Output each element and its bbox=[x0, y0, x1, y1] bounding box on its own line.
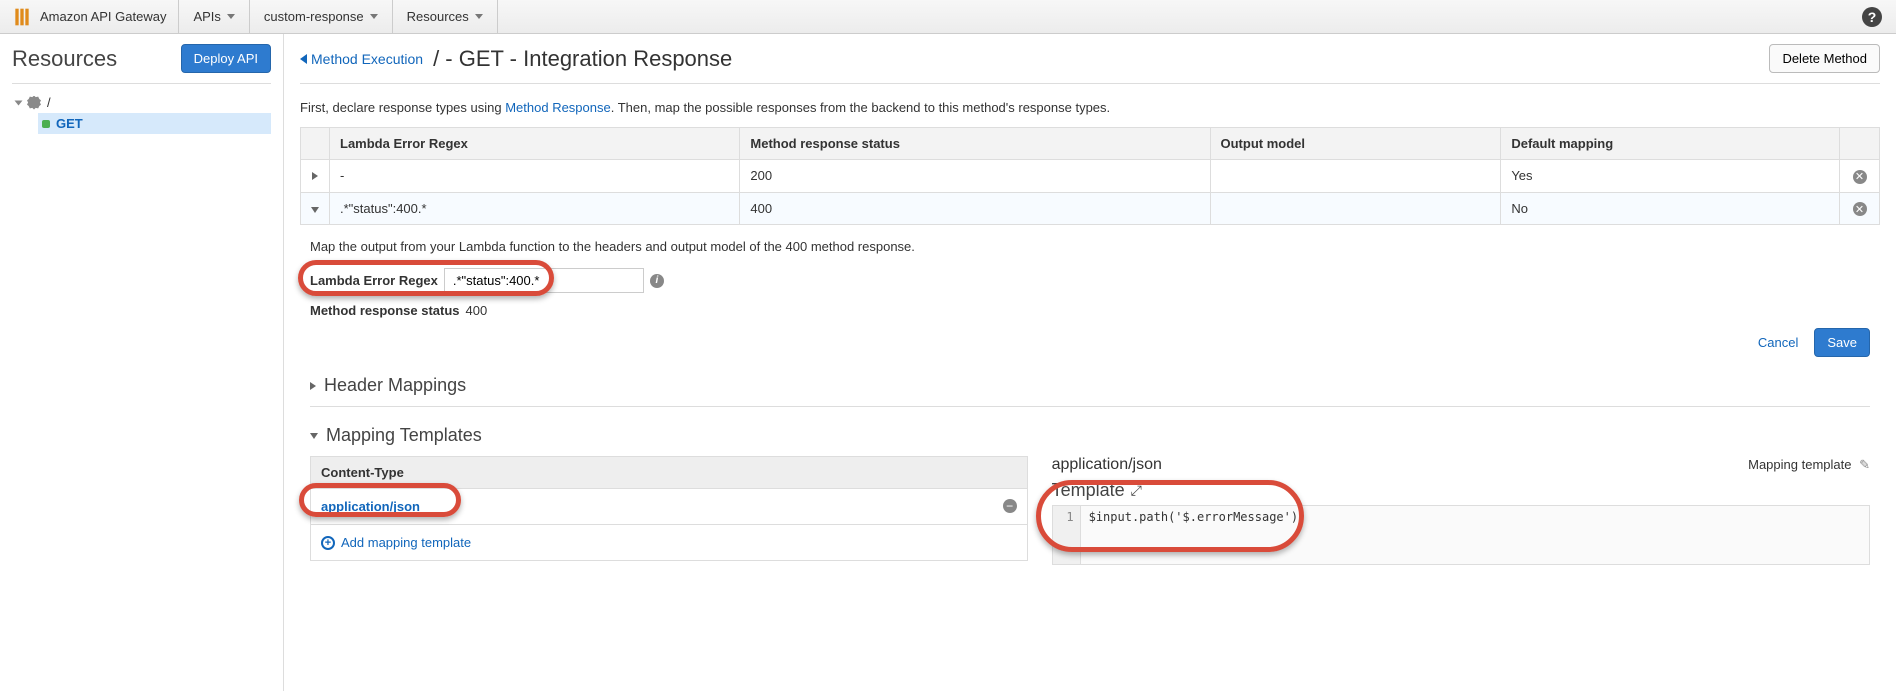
delete-row-icon[interactable]: ✕ bbox=[1853, 202, 1867, 216]
menu-label: Resources bbox=[407, 9, 469, 24]
highlight-ring bbox=[1036, 480, 1304, 552]
resource-icon bbox=[27, 96, 41, 110]
collapse-icon[interactable] bbox=[311, 207, 319, 213]
section-title: Header Mappings bbox=[324, 375, 466, 396]
content-type-table: Content-Type application/json − + bbox=[310, 456, 1028, 561]
status-label: Method response status bbox=[310, 303, 460, 318]
delete-method-button[interactable]: Delete Method bbox=[1769, 44, 1880, 73]
cell-default: No bbox=[1501, 192, 1840, 225]
tree-method-label: GET bbox=[56, 116, 83, 131]
caret-down-icon bbox=[370, 14, 378, 19]
menu-label: custom-response bbox=[264, 9, 364, 24]
status-value: 400 bbox=[466, 303, 488, 318]
cell-model bbox=[1210, 192, 1501, 225]
tree-root-label: / bbox=[47, 95, 51, 110]
mapping-template-text: Mapping template bbox=[1748, 457, 1851, 472]
col-status: Method response status bbox=[740, 128, 1210, 160]
expand-icon[interactable] bbox=[312, 172, 318, 180]
intro-post: . Then, map the possible responses from … bbox=[611, 100, 1110, 115]
aws-logo-icon bbox=[12, 7, 32, 27]
mapping-description: Map the output from your Lambda function… bbox=[310, 239, 1870, 254]
info-icon[interactable]: i bbox=[650, 274, 664, 288]
save-button[interactable]: Save bbox=[1814, 328, 1870, 357]
col-model: Output model bbox=[1210, 128, 1501, 160]
menu-api-selected[interactable]: custom-response bbox=[250, 0, 393, 33]
edit-icon[interactable]: ✎ bbox=[1859, 457, 1870, 472]
section-toggle-icon bbox=[310, 382, 316, 390]
delete-row-icon[interactable]: ✕ bbox=[1853, 170, 1867, 184]
regex-label: Lambda Error Regex bbox=[310, 273, 438, 288]
header-mappings-section[interactable]: Header Mappings bbox=[310, 375, 1870, 396]
caret-down-icon bbox=[227, 14, 235, 19]
cancel-button[interactable]: Cancel bbox=[1750, 329, 1806, 356]
cell-regex: .*"status":400.* bbox=[330, 192, 740, 225]
caret-down-icon bbox=[475, 14, 483, 19]
arrow-left-icon bbox=[300, 54, 307, 64]
intro-text: First, declare response types using Meth… bbox=[300, 100, 1880, 115]
cell-regex: - bbox=[330, 160, 740, 193]
col-default: Default mapping bbox=[1501, 128, 1840, 160]
plus-icon: + bbox=[321, 536, 335, 550]
remove-content-type-icon[interactable]: − bbox=[1003, 499, 1017, 513]
cell-status: 200 bbox=[740, 160, 1210, 193]
sidebar-title: Resources bbox=[12, 46, 117, 72]
cell-model bbox=[1210, 160, 1501, 193]
col-toggle bbox=[301, 128, 330, 160]
help-button[interactable]: ? bbox=[1848, 0, 1896, 33]
section-divider bbox=[310, 406, 1870, 407]
intro-pre: First, declare response types using bbox=[300, 100, 505, 115]
add-template-label: Add mapping template bbox=[341, 535, 471, 550]
service-name: Amazon API Gateway bbox=[40, 9, 166, 24]
tree-root[interactable]: / bbox=[12, 92, 271, 113]
menu-resources[interactable]: Resources bbox=[393, 0, 498, 33]
mapping-template-label: Mapping template ✎ bbox=[1748, 457, 1870, 473]
template-content-type: application/json bbox=[1052, 456, 1162, 474]
help-icon: ? bbox=[1862, 7, 1882, 27]
cell-default: Yes bbox=[1501, 160, 1840, 193]
response-table: Lambda Error Regex Method response statu… bbox=[300, 127, 1880, 225]
section-title: Mapping Templates bbox=[326, 425, 482, 446]
tree-method-get[interactable]: GET bbox=[38, 113, 271, 134]
regex-input[interactable] bbox=[444, 268, 644, 293]
deploy-api-button[interactable]: Deploy API bbox=[181, 44, 271, 73]
table-row[interactable]: .*"status":400.* 400 No ✕ bbox=[301, 192, 1880, 225]
cell-status: 400 bbox=[740, 192, 1210, 225]
menu-label: APIs bbox=[193, 9, 220, 24]
section-toggle-icon bbox=[310, 433, 318, 439]
divider bbox=[12, 83, 271, 84]
highlight-ring bbox=[299, 483, 461, 517]
method-badge-icon bbox=[42, 120, 50, 128]
tree-toggle-icon bbox=[15, 100, 23, 105]
col-regex: Lambda Error Regex bbox=[330, 128, 740, 160]
service-brand[interactable]: Amazon API Gateway bbox=[0, 0, 179, 33]
table-row[interactable]: - 200 Yes ✕ bbox=[301, 160, 1880, 193]
back-label: Method Execution bbox=[311, 51, 423, 67]
page-title: / - GET - Integration Response bbox=[433, 46, 732, 72]
menu-apis[interactable]: APIs bbox=[179, 0, 249, 33]
method-response-link[interactable]: Method Response bbox=[505, 100, 611, 115]
col-delete bbox=[1840, 128, 1880, 160]
add-mapping-template[interactable]: + Add mapping template bbox=[321, 535, 1017, 550]
back-method-execution[interactable]: Method Execution bbox=[300, 51, 423, 67]
mapping-templates-section[interactable]: Mapping Templates bbox=[310, 425, 1870, 446]
